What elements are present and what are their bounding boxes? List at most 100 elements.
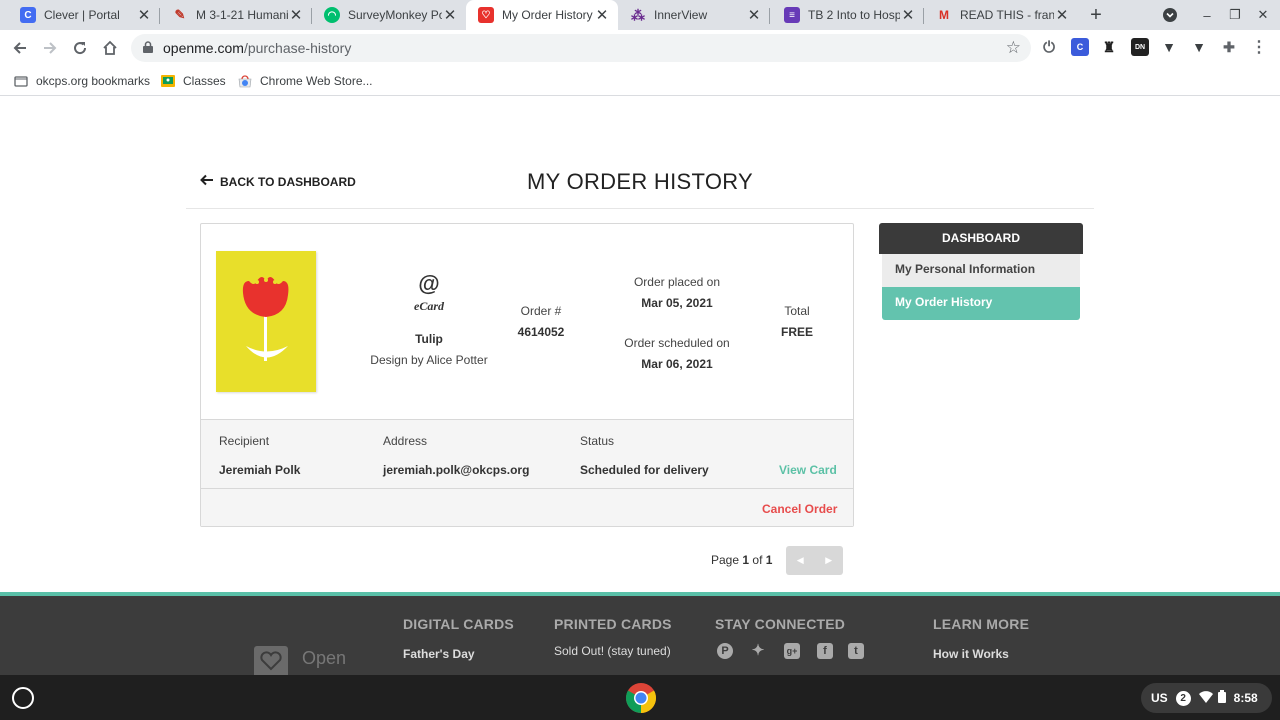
minimize-icon[interactable]: – — [1196, 0, 1218, 30]
tulip-image — [242, 277, 289, 361]
footer-heading-connected: STAY CONNECTED — [715, 616, 846, 632]
browser-toolbar: openme.com/purchase-history ☆ ⏻ C ♜ DN ▼… — [0, 30, 1280, 66]
tab-forms[interactable]: ≡ TB 2 Into to Hospi ✕ — [772, 0, 924, 30]
close-icon[interactable]: ✕ — [136, 6, 152, 24]
url-text: openme.com/purchase-history — [163, 40, 352, 56]
tab-innerview[interactable]: ⁂ InnerView ✕ — [618, 0, 770, 30]
next-page-icon[interactable]: ▶ — [815, 546, 844, 575]
tab-clever[interactable]: C Clever | Portal ✕ — [8, 0, 160, 30]
spy-extension-icon[interactable]: ♜ — [1100, 38, 1118, 56]
close-icon[interactable]: ✕ — [1054, 6, 1070, 24]
pinterest-icon[interactable]: P — [717, 643, 733, 659]
tab-label: Clever | Portal — [44, 8, 120, 22]
battery-icon — [1217, 690, 1226, 706]
footer-heading-digital: DIGITAL CARDS — [403, 616, 514, 632]
bookmark-classes[interactable]: Classes — [161, 72, 226, 90]
recipient-label: Recipient — [219, 434, 270, 448]
status-tray[interactable]: US 2 8:58 — [1141, 683, 1272, 713]
tab-label: M 3-1-21 Humanit — [196, 8, 288, 22]
prev-page-icon[interactable]: ◀ — [786, 546, 815, 575]
footer-heading-learn: LEARN MORE — [933, 616, 1030, 632]
page-content: BACK TO DASHBOARD MY ORDER HISTORY @ eCa… — [0, 97, 1280, 675]
menu-kebab-icon[interactable]: ⋮ — [1250, 38, 1268, 56]
bookmarks-bar: okcps.org bookmarks Classes Chrome Web S… — [0, 66, 1280, 96]
divider — [186, 208, 1094, 209]
ecard-label: eCard — [414, 299, 444, 313]
openme-logo[interactable]: Open — [254, 644, 364, 675]
power-extension-icon[interactable]: ⏻ — [1040, 38, 1058, 56]
back-arrow-icon[interactable] — [8, 36, 32, 60]
total-label: Total — [784, 304, 810, 318]
bookmark-okcps[interactable]: okcps.org bookmarks — [14, 72, 150, 90]
tab-label: TB 2 Into to Hospi — [808, 8, 900, 22]
bookmark-star-icon[interactable]: ☆ — [1006, 38, 1021, 58]
keyboard-language: US — [1151, 691, 1168, 705]
restore-icon[interactable]: ❐ — [1224, 0, 1246, 30]
dashboard-sidebar: DASHBOARD My Personal Information My Ord… — [879, 223, 1083, 320]
surveymonkey-icon: ◠ — [324, 7, 340, 23]
pagination-buttons: ◀ ▶ — [786, 546, 843, 575]
close-icon[interactable]: ✕ — [288, 6, 304, 24]
chrome-icon[interactable] — [625, 682, 657, 714]
status-label: Status — [580, 434, 615, 448]
footer-heading-printed: PRINTED CARDS — [554, 616, 672, 632]
tab-humanities[interactable]: ✎ M 3-1-21 Humanit ✕ — [160, 0, 312, 30]
clever-extension-icon[interactable]: C — [1071, 38, 1089, 56]
clever-icon: C — [20, 7, 36, 23]
order-number: Order # 4614052 — [503, 304, 579, 339]
new-tab-button[interactable]: + — [1085, 4, 1107, 26]
reload-icon[interactable] — [68, 36, 92, 60]
launcher-icon[interactable] — [12, 687, 34, 709]
forward-arrow-icon[interactable] — [38, 36, 62, 60]
footer-link-fathers-day[interactable]: Father's Day — [403, 647, 475, 661]
notification-count-badge: 2 — [1175, 690, 1191, 706]
window-close-icon[interactable]: ✕ — [1252, 0, 1274, 30]
tab-surveymonkey[interactable]: ◠ SurveyMonkey Po ✕ — [312, 0, 466, 30]
wifi-icon — [1198, 690, 1213, 706]
puzzle-extension-icon[interactable]: ✚ — [1220, 38, 1238, 56]
tab-gmail[interactable]: M READ THIS - frank ✕ — [924, 0, 1078, 30]
google-plus-icon[interactable]: g+ — [784, 643, 800, 659]
bookmark-webstore[interactable]: Chrome Web Store... — [238, 72, 373, 90]
close-icon[interactable]: ✕ — [442, 6, 458, 24]
order-total: Total FREE — [767, 304, 827, 339]
gmail-icon: M — [939, 8, 949, 22]
sidebar-item-order-history[interactable]: My Order History — [882, 287, 1080, 320]
lock-icon — [143, 41, 153, 53]
vpn-extension-icon[interactable]: ▼ — [1190, 38, 1208, 56]
openme-icon: ♡ — [478, 7, 494, 23]
order-card: @ eCard Tulip Design by Alice Potter Ord… — [200, 223, 854, 527]
card-thumbnail[interactable] — [216, 251, 316, 392]
tab-label: SurveyMonkey Po — [348, 8, 442, 22]
dn-extension-icon[interactable]: DN — [1131, 38, 1149, 56]
pagination-text: Page 1 of 1 — [711, 553, 773, 567]
view-card-link[interactable]: View Card — [779, 463, 837, 477]
delivery-details: Recipient Jeremiah Polk Address jeremiah… — [201, 419, 853, 526]
card-designer: Design by Alice Potter — [370, 353, 488, 367]
close-icon[interactable]: ✕ — [594, 6, 610, 24]
tab-label: READ THIS - frank — [960, 8, 1054, 22]
close-icon[interactable]: ✕ — [746, 6, 762, 24]
folder-icon — [14, 76, 28, 87]
placed-label: Order placed on — [633, 275, 721, 289]
feather-icon: ✎ — [174, 7, 186, 22]
address-bar[interactable]: openme.com/purchase-history ☆ — [131, 34, 1031, 62]
tab-label: My Order History | — [502, 8, 594, 22]
close-icon[interactable]: ✕ — [900, 6, 916, 24]
shield-extension-icon[interactable]: ▼ — [1160, 38, 1178, 56]
cancel-order-link[interactable]: Cancel Order — [762, 502, 837, 516]
sidebar-item-personal-info[interactable]: My Personal Information — [882, 254, 1080, 287]
footer-link-how-it-works[interactable]: How it Works — [933, 647, 1009, 661]
tab-order-history[interactable]: ♡ My Order History | ✕ — [466, 0, 618, 30]
tumblr-icon[interactable]: t — [848, 643, 864, 659]
back-to-dashboard-link[interactable]: BACK TO DASHBOARD — [200, 173, 356, 191]
at-icon: @ — [418, 271, 440, 296]
svg-text:Open: Open — [302, 648, 346, 668]
tab-search-icon[interactable] — [1158, 0, 1182, 30]
home-icon[interactable] — [98, 36, 122, 60]
facebook-icon[interactable]: f — [817, 643, 833, 659]
twitter-icon[interactable]: ✦ — [750, 643, 766, 659]
tab-label: InnerView — [654, 8, 708, 22]
clock-time: 8:58 — [1233, 691, 1258, 705]
recipient-value: Jeremiah Polk — [219, 463, 301, 477]
